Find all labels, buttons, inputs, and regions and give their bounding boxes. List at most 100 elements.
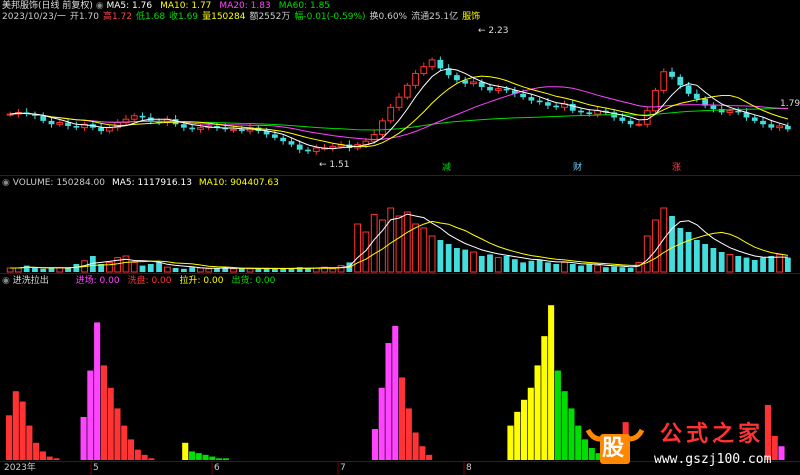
x-axis-label-0: 2023年 [4, 463, 36, 473]
volume-series [6, 207, 791, 273]
volume-bar [395, 215, 403, 273]
indicator-bar [405, 408, 412, 460]
volume-bar [172, 268, 179, 272]
indicator-name: 进洗拉出 [12, 276, 49, 286]
volume-bar [520, 262, 527, 272]
indicator-bar [188, 451, 196, 460]
volume-bar [32, 268, 38, 272]
volume-bar [329, 268, 337, 273]
candle-body [776, 125, 783, 129]
stock-title: 美邦服饰(日线 前复权) [2, 1, 93, 11]
indicator-bar [371, 429, 378, 460]
candle-body [586, 112, 593, 115]
volume-bar [130, 261, 138, 273]
candle-body [329, 145, 337, 149]
volume-bar [768, 256, 775, 272]
x-axis-label-2: 6 [214, 463, 220, 473]
candle-body [710, 105, 717, 110]
volume-bar [478, 256, 485, 272]
volume-bar [163, 266, 171, 273]
candle-body [553, 105, 560, 108]
volume-legend-item-0: VOLUME: 150284.00 [12, 178, 105, 188]
quote-item-8: 换0.60% [369, 12, 408, 22]
watermark: 股 公式之家 www.gszj100.com [580, 420, 794, 470]
volume-bar [503, 256, 510, 272]
volume-bar [784, 257, 791, 272]
indicator-bar [12, 391, 19, 460]
candle-body [619, 117, 626, 121]
volume-bar [635, 261, 643, 273]
indicator-bar [6, 415, 13, 460]
volume-bar [487, 254, 493, 272]
volume-bar [230, 268, 237, 273]
x-axis-label-4: 8 [466, 463, 472, 473]
indicator-bar [541, 336, 548, 460]
indicator-bar [399, 377, 406, 460]
indicator-bar [53, 458, 60, 460]
candle-body [784, 125, 791, 130]
indicator-bar [527, 387, 534, 460]
indicator-legend-item-0: 进场: 0.00 [75, 276, 120, 286]
circle-icon[interactable]: ◉ [96, 1, 104, 11]
candle-body [420, 66, 428, 74]
volume-bar [611, 266, 618, 272]
volume-bar [337, 265, 345, 273]
volume-bar [139, 265, 146, 272]
circle-icon[interactable]: ◉ [2, 276, 10, 286]
volume-bar [15, 267, 22, 273]
volume-bar [428, 235, 436, 273]
event-marker-2[interactable]: 涨 [672, 163, 681, 174]
volume-bar [561, 261, 568, 273]
volume-bar [669, 216, 675, 272]
indicator-bar [209, 456, 216, 460]
indicator-bar [216, 458, 223, 460]
candle-body [296, 144, 303, 150]
candle-body [652, 89, 659, 112]
event-marker-1[interactable]: 财 [573, 163, 582, 174]
ma-legend: MA5: 1.76 MA10: 1.77 MA20: 1.83 MA60: 1.85 [107, 1, 339, 11]
candle-body [139, 115, 146, 118]
candle-body [230, 128, 237, 131]
volume-bar [106, 261, 113, 273]
volume-bar [6, 267, 14, 273]
right-price-label: 1.79 [780, 99, 800, 109]
indicator-bar [134, 449, 141, 460]
candle-body [387, 106, 395, 122]
candle-body [660, 71, 668, 91]
logo-char: 股 [602, 436, 625, 461]
candle-body [73, 125, 80, 128]
quote-item-0: 2023/10/23/一 [2, 12, 66, 22]
candle-body [395, 96, 403, 108]
volume-bar [726, 253, 734, 273]
volume-bar [685, 232, 692, 272]
candle-body [412, 72, 419, 86]
candle-body [428, 59, 436, 68]
volume-bar [652, 219, 659, 273]
volume-bar [48, 268, 55, 272]
indicator-legend: 进场: 0.00 洗盘: 0.00 拉升: 0.00 出货: 0.00 [76, 276, 284, 286]
indicator-bar [520, 399, 528, 460]
quote-item-1: 开1.70 [69, 12, 99, 22]
watermark-title: 公式之家 [660, 422, 765, 447]
volume-bar [156, 262, 162, 272]
indicator-bar [94, 322, 101, 460]
indicator-bar [26, 425, 33, 460]
chart-canvas[interactable] [0, 0, 800, 475]
volume-bar [255, 268, 262, 272]
volume-bar [288, 268, 295, 272]
indicator-bar [385, 343, 392, 460]
indicator-bar [33, 442, 40, 460]
volume-bar [536, 260, 543, 272]
candle-body [454, 75, 460, 81]
indicator-bar [114, 408, 121, 460]
indicator-bar [100, 365, 107, 460]
volume-bar [735, 256, 742, 272]
volume-bar [470, 251, 477, 273]
indicator-bar [19, 401, 26, 460]
candle-body [370, 133, 378, 142]
volume-bar [387, 207, 395, 273]
indicator-bar [412, 432, 419, 460]
circle-icon[interactable]: ◉ [2, 178, 10, 188]
stock-chart-window: 美邦服饰(日线 前复权) ◉ MA5: 1.76 MA10: 1.77 MA20: … [0, 0, 800, 475]
event-marker-0[interactable]: 减 [442, 163, 451, 174]
